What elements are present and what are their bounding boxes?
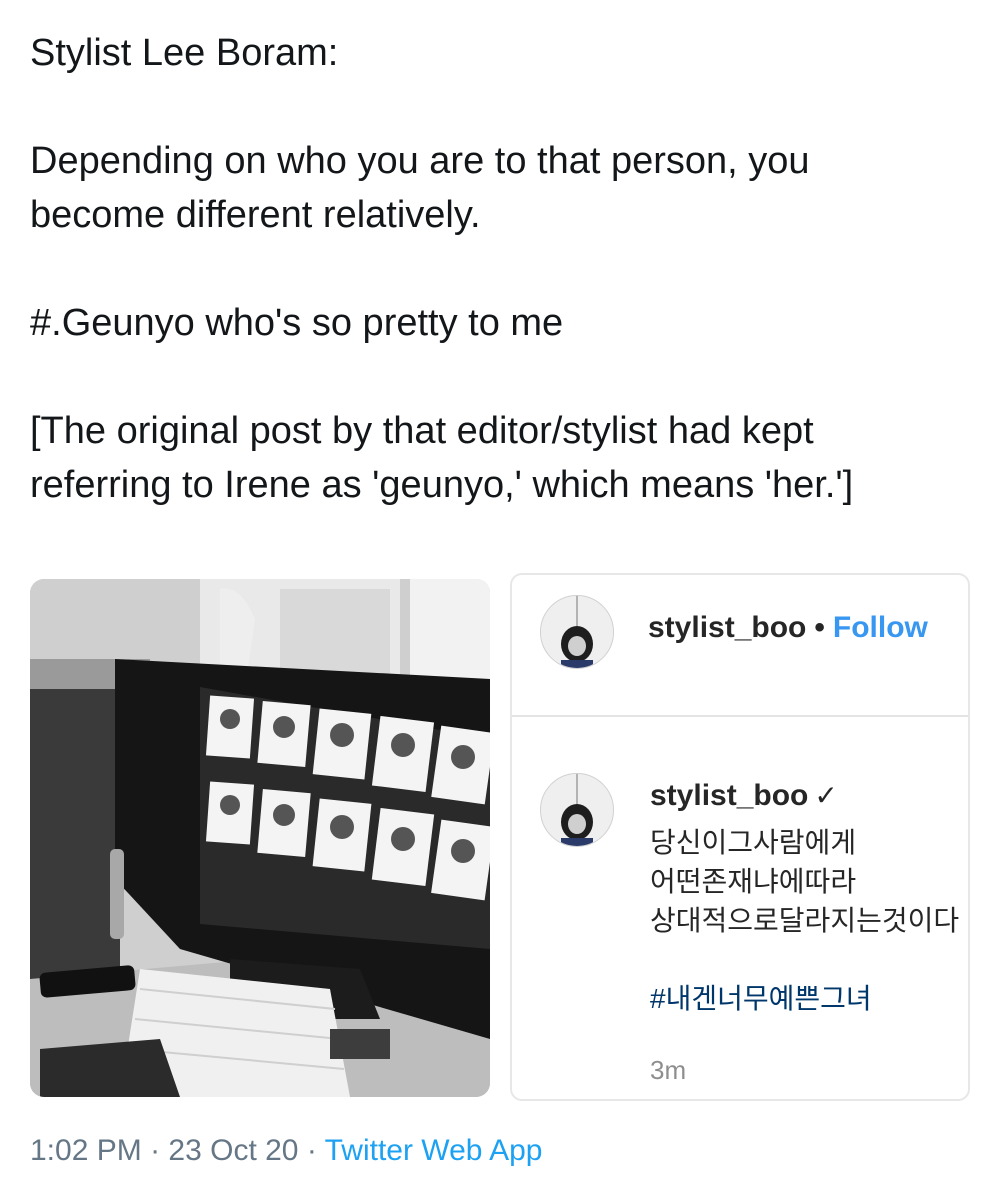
caption-line: 상대적으로달라지는것이다 <box>650 905 960 936</box>
verified-check-icon: ✓ <box>814 780 838 811</box>
avatar[interactable] <box>540 595 614 669</box>
caption-hashtag[interactable]: #내겐너무예쁜그녀 <box>650 979 968 1018</box>
monitor-photo-image <box>30 579 490 1097</box>
instagram-caption: 당신이그사람에게 어떤존재냐에따라 상대적으로달라지는것이다 #내겐너무예쁜그녀 <box>650 823 968 1018</box>
instagram-username[interactable]: stylist_boo <box>648 611 806 644</box>
tweet-meta: 1:02 PM · 23 Oct 20 · Twitter Web App <box>30 1134 543 1168</box>
comment-username[interactable]: stylist_boo <box>650 779 808 812</box>
meta-separator: · <box>141 1134 169 1167</box>
profile-avatar-image <box>541 774 613 846</box>
tweet-text: Stylist Lee Boram: Depending on who you … <box>30 26 980 512</box>
tweet-date[interactable]: 23 Oct 20 <box>168 1134 298 1167</box>
caption-line: 어떤존재냐에따라 <box>650 866 857 897</box>
tweet-line: Depending on who you are to that person,… <box>30 140 810 182</box>
tweet-line: #.Geunyo who's so pretty to me <box>30 302 564 344</box>
follow-button[interactable]: Follow <box>833 611 928 644</box>
tweet-line: become different relatively. <box>30 194 481 236</box>
tweet-source-link[interactable]: Twitter Web App <box>325 1134 543 1167</box>
tweet-line: Stylist Lee Boram: <box>30 32 339 74</box>
separator-dot: • <box>814 611 825 644</box>
tweet-line: [The original post by that editor/stylis… <box>30 410 814 452</box>
profile-avatar-image <box>541 596 613 668</box>
caption-line: 당신이그사람에게 <box>650 827 857 858</box>
instagram-embed[interactable]: stylist_boo • Follow stylist_boo ✓ 당신이그사람에게… <box>510 573 970 1101</box>
instagram-timestamp: 3m <box>650 1055 687 1085</box>
instagram-header: stylist_boo • Follow <box>512 575 968 717</box>
tweet-line: referring to Irene as 'geunyo,' which me… <box>30 464 854 506</box>
tweet-time[interactable]: 1:02 PM <box>30 1134 142 1167</box>
meta-separator: · <box>298 1134 325 1167</box>
attached-photo[interactable] <box>30 579 490 1097</box>
avatar[interactable] <box>540 773 614 847</box>
